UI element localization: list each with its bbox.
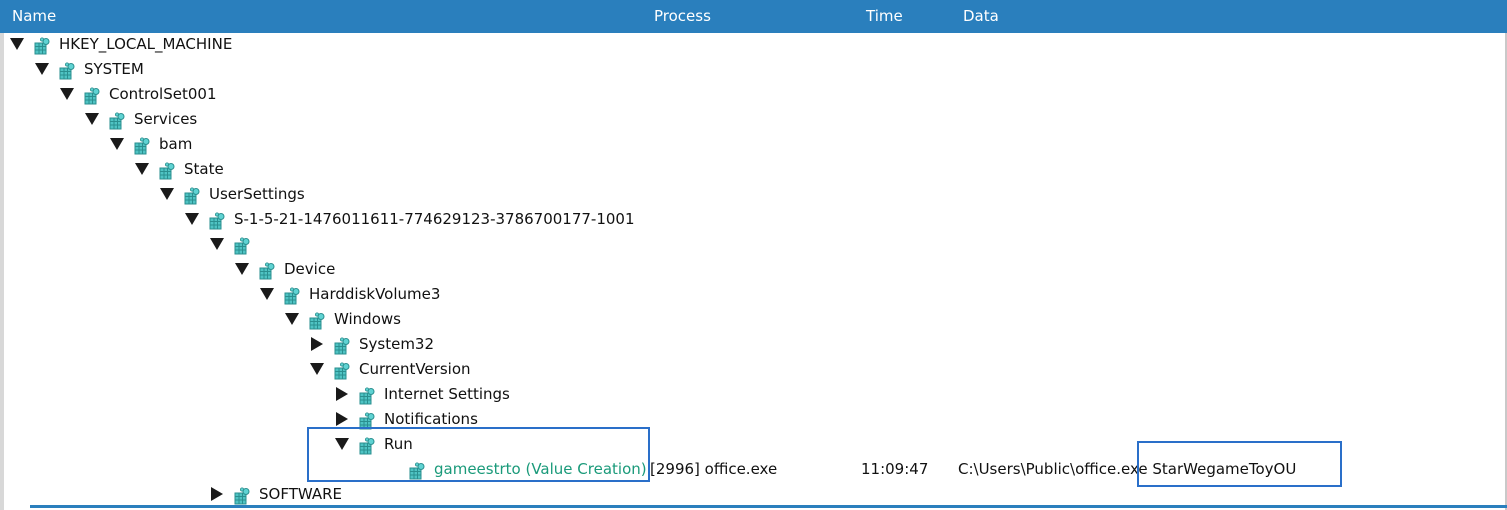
tree-row[interactable]: State [0, 158, 1500, 183]
expanded-arrow-icon[interactable] [210, 237, 224, 251]
expanded-arrow-icon[interactable] [285, 312, 299, 326]
tree-item-label: HKEY_LOCAL_MACHINE [59, 35, 233, 53]
registry-key-icon [183, 187, 201, 205]
tree-item-label: S-1-5-21-1476011611-774629123-3786700177… [234, 210, 635, 228]
tree-row[interactable]: HKEY_LOCAL_MACHINE [0, 33, 1500, 58]
tree-row[interactable]: Device [0, 258, 1500, 283]
tree-row[interactable]: SYSTEM [0, 58, 1500, 83]
column-name-header[interactable]: Name [12, 7, 56, 25]
tree-item-label: CurrentVersion [359, 360, 471, 378]
registry-key-icon [358, 412, 376, 430]
column-time-header[interactable]: Time [866, 7, 903, 25]
registry-key-icon [58, 62, 76, 80]
tree-row[interactable]: UserSettings [0, 183, 1500, 208]
registry-key-icon [83, 87, 101, 105]
expanded-arrow-icon[interactable] [185, 212, 199, 226]
tree-item-label: SOFTWARE [259, 485, 343, 503]
tree-item-label: Services [134, 110, 198, 128]
tree-row[interactable]: System32 [0, 333, 1500, 358]
registry-key-icon [208, 212, 226, 230]
expanded-arrow-icon[interactable] [235, 262, 249, 276]
tree-item-label: Device [284, 260, 336, 278]
registry-key-icon [333, 362, 351, 380]
process-cell: [2996] office.exe [650, 460, 778, 478]
tree-item-label: Notifications [384, 410, 478, 428]
tree-row[interactable]: Windows [0, 308, 1500, 333]
time-cell: 11:09:47 [861, 460, 929, 478]
registry-key-icon [158, 162, 176, 180]
registry-key-icon [358, 437, 376, 455]
tree-row-value[interactable]: gameestrto (Value Creation) [2996] offic… [0, 458, 1500, 483]
tree-row[interactable] [0, 233, 1500, 258]
collapsed-arrow-icon[interactable] [335, 412, 349, 426]
expanded-arrow-icon[interactable] [110, 137, 124, 151]
registry-value-icon [408, 462, 426, 480]
expanded-arrow-icon[interactable] [160, 187, 174, 201]
expanded-arrow-icon[interactable] [135, 162, 149, 176]
registry-key-icon [108, 112, 126, 130]
value-creation-label: gameestrto (Value Creation) [434, 460, 647, 478]
tree-item-label: Run [384, 435, 413, 453]
tree-item-label: Windows [334, 310, 401, 328]
column-process-header[interactable]: Process [654, 7, 711, 25]
registry-key-icon [258, 262, 276, 280]
column-data-header[interactable]: Data [963, 7, 999, 25]
tree-item-label: bam [159, 135, 193, 153]
registry-key-icon [233, 237, 251, 255]
expanded-arrow-icon[interactable] [85, 112, 99, 126]
collapsed-arrow-icon[interactable] [310, 337, 324, 351]
expanded-arrow-icon[interactable] [310, 362, 324, 376]
registry-key-icon [333, 337, 351, 355]
tree-item-label: UserSettings [209, 185, 305, 203]
registry-key-icon [308, 312, 326, 330]
tree-row[interactable]: bam [0, 133, 1500, 158]
tree-row[interactable]: Internet Settings [0, 383, 1500, 408]
tree-row[interactable]: Notifications [0, 408, 1500, 433]
tree-item-label: SYSTEM [84, 60, 144, 78]
tree-item-label: System32 [359, 335, 435, 353]
registry-key-icon [358, 387, 376, 405]
tree-item-label: ControlSet001 [109, 85, 217, 103]
tree-row[interactable]: HarddiskVolume3 [0, 283, 1500, 308]
registry-key-icon [133, 137, 151, 155]
registry-key-icon [233, 487, 251, 505]
column-header: Name Process Time Data [0, 0, 1507, 33]
collapsed-arrow-icon[interactable] [210, 487, 224, 501]
tree-row[interactable]: Run [0, 433, 1500, 458]
bottom-scroll-indicator [30, 505, 1507, 508]
tree-row[interactable]: Services [0, 108, 1500, 133]
expanded-arrow-icon[interactable] [335, 437, 349, 451]
registry-key-icon [33, 37, 51, 55]
tree-item-label: HarddiskVolume3 [309, 285, 441, 303]
expanded-arrow-icon[interactable] [35, 62, 49, 76]
expanded-arrow-icon[interactable] [10, 37, 24, 51]
tree-row[interactable]: S-1-5-21-1476011611-774629123-3786700177… [0, 208, 1500, 233]
tree-item-label: Internet Settings [384, 385, 510, 403]
registry-key-icon [283, 287, 301, 305]
tree-item-label: State [184, 160, 224, 178]
data-cell: C:\Users\Public\office.exe StarWegameToy… [958, 460, 1297, 478]
expanded-arrow-icon[interactable] [60, 87, 74, 101]
tree-row[interactable]: CurrentVersion [0, 358, 1500, 383]
collapsed-arrow-icon[interactable] [335, 387, 349, 401]
expanded-arrow-icon[interactable] [260, 287, 274, 301]
tree-row[interactable]: ControlSet001 [0, 83, 1500, 108]
